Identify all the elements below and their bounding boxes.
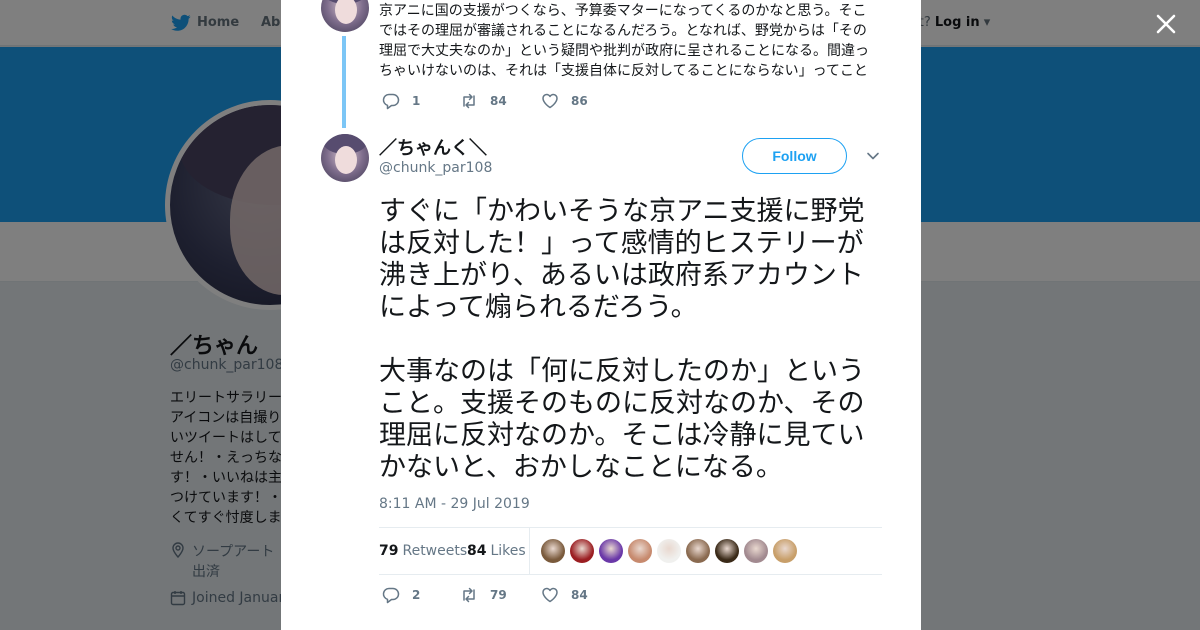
tweet-text: すぐに「かわいそうな京アニ支援に野党は反対した！」って感情的ヒステリーが沸き上が… (379, 196, 883, 516)
tweet-paragraph-2: 大事なのは「何に反対したのか」ということ。支援そのものに反対なのか、その理屈に反… (379, 356, 865, 483)
parent-reply-count: 1 (412, 94, 421, 108)
close-icon[interactable] (1152, 10, 1180, 38)
like-count: 84 (571, 588, 588, 602)
retweet-total: 79 (379, 543, 399, 559)
liker-avatar[interactable] (570, 539, 594, 563)
likes-stat[interactable]: 84 Likes (467, 543, 526, 559)
retweets-label: Retweets (402, 543, 468, 559)
parent-reply-button[interactable]: 1 (382, 92, 420, 110)
retweet-button[interactable]: 79 (460, 586, 507, 604)
liker-avatar[interactable] (628, 539, 652, 563)
heart-icon (542, 93, 558, 109)
tweet-author-handle[interactable]: @chunk_par108 (379, 160, 492, 176)
liker-avatar[interactable] (773, 539, 797, 563)
retweets-stat[interactable]: 79 Retweets (379, 543, 467, 559)
chevron-down-icon[interactable] (865, 148, 881, 164)
liker-avatar[interactable] (599, 539, 623, 563)
thread-connector-line (342, 36, 346, 128)
likes-label: Likes (490, 543, 526, 559)
parent-tweet-text: 京アニに国の支援がつくなら、予算委マターになってくるのかなと思う。そこではその理… (379, 3, 869, 79)
tweet-author-avatar[interactable] (321, 134, 369, 182)
reply-icon (382, 93, 400, 110)
liker-avatar[interactable] (657, 539, 681, 563)
retweet-count: 79 (490, 588, 507, 602)
liker-avatar[interactable] (715, 539, 739, 563)
like-button[interactable]: 84 (541, 586, 588, 604)
liker-avatar[interactable] (686, 539, 710, 563)
tweet-timestamp[interactable]: 8:11 AM - 29 Jul 2019 (379, 496, 530, 512)
tweet-paragraph-1: すぐに「かわいそうな京アニ支援に野党は反対した！」って感情的ヒステリーが沸き上が… (379, 196, 865, 323)
tweet-author-name[interactable]: ／ちゃんく＼ (379, 134, 487, 160)
reply-count: 2 (412, 588, 421, 602)
retweet-icon (463, 587, 475, 603)
avatar-face-shape (335, 146, 357, 174)
heart-icon (542, 587, 558, 603)
reply-icon (382, 587, 400, 604)
retweet-icon (463, 93, 475, 109)
tweet-stats: 79 Retweets 84 Likes (379, 527, 882, 575)
stats-divider (529, 528, 530, 574)
parent-tweet-avatar[interactable] (321, 0, 369, 32)
follow-button[interactable]: Follow (742, 138, 847, 174)
avatar-face-shape (335, 0, 357, 24)
like-total: 84 (467, 543, 487, 559)
liker-avatars (541, 539, 802, 563)
liker-avatar[interactable] (541, 539, 565, 563)
liker-avatar[interactable] (744, 539, 768, 563)
parent-retweet-count: 84 (490, 94, 507, 108)
parent-retweet-button[interactable]: 84 (460, 92, 507, 110)
parent-like-count: 86 (571, 94, 588, 108)
parent-like-button[interactable]: 86 (541, 92, 588, 110)
reply-button[interactable]: 2 (382, 586, 420, 604)
tweet-permalink-modal: 京アニに国の支援がつくなら、予算委マターになってくるのかなと思う。そこではその理… (281, 0, 921, 630)
